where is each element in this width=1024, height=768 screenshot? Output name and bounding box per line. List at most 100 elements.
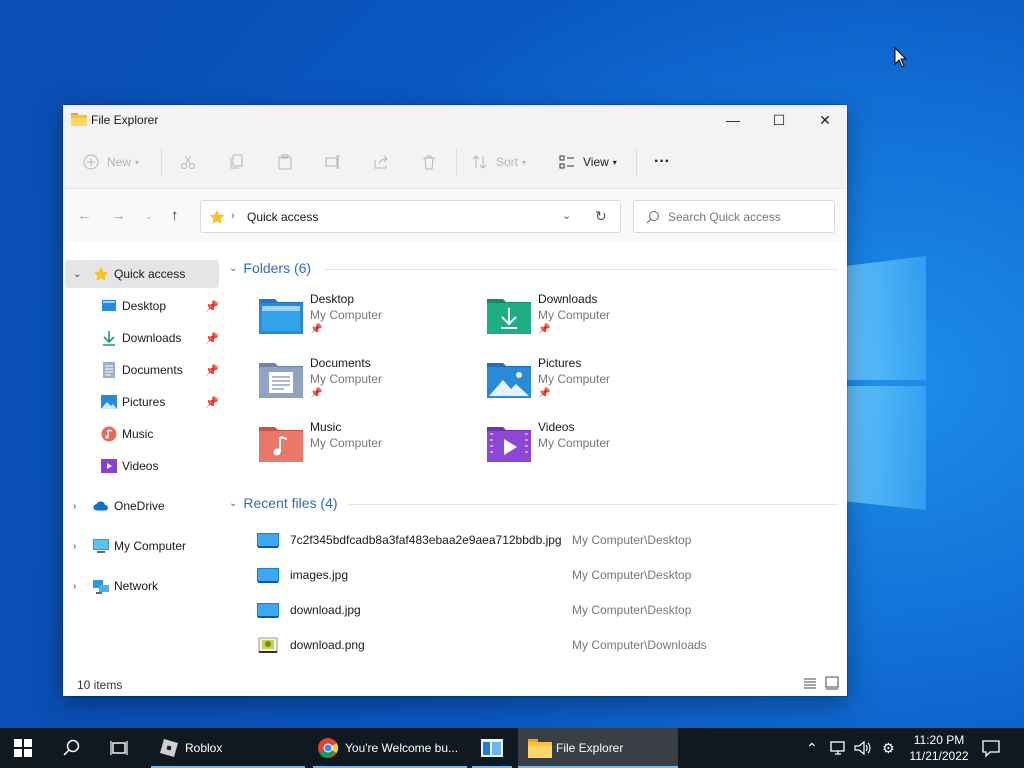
start-button[interactable]: [14, 728, 32, 768]
sidebar-item-desktop[interactable]: Desktop 📌: [65, 292, 219, 320]
star-icon: [209, 210, 225, 224]
forward-button[interactable]: →: [111, 207, 126, 224]
taskbar-app-window[interactable]: [472, 728, 512, 768]
chevron-right-icon[interactable]: ›: [73, 581, 76, 592]
folder-location: My Computer: [538, 308, 611, 322]
back-button[interactable]: ←: [77, 207, 92, 224]
item-count: 10 items: [77, 678, 123, 692]
png-file-icon: [258, 637, 278, 653]
network-icon: [93, 578, 109, 594]
share-button[interactable]: [373, 150, 389, 174]
view-icon: [559, 155, 574, 169]
file-explorer-icon: [71, 113, 87, 126]
settings-tray-button[interactable]: ⚙: [882, 728, 895, 768]
folder-tile-downloads[interactable]: Downloads My Computer 📌: [487, 292, 707, 342]
minimize-button[interactable]: —: [710, 105, 756, 135]
cut-icon: [181, 155, 195, 169]
chrome-icon: [318, 738, 339, 759]
show-hidden-icons-button[interactable]: ⌃: [806, 728, 818, 768]
search-input[interactable]: [668, 207, 828, 227]
recent-file-row[interactable]: 7c2f345bdfcadb8a3faf483ebaa2e9aea712bbdb…: [253, 528, 813, 554]
task-view-icon: [110, 741, 128, 755]
address-bar[interactable]: › Quick access ⌄ ↻: [200, 200, 621, 233]
recent-file-row[interactable]: download.png My Computer\Downloads: [253, 633, 813, 659]
sidebar-item-pictures[interactable]: Pictures 📌: [65, 388, 219, 416]
refresh-button[interactable]: ↻: [595, 208, 607, 225]
maximize-button[interactable]: ☐: [756, 105, 802, 135]
close-button[interactable]: ✕: [802, 105, 848, 135]
delete-button[interactable]: [421, 150, 437, 174]
app-window-icon: [481, 739, 503, 757]
title-bar[interactable]: File Explorer — ☐ ✕: [63, 105, 847, 135]
taskbar-app-roblox[interactable]: Roblox: [151, 728, 305, 768]
folder-name: Desktop: [310, 292, 355, 306]
sort-button[interactable]: Sort ▾: [472, 150, 526, 174]
volume-icon: [854, 740, 871, 756]
breadcrumb-location[interactable]: Quick access: [247, 210, 318, 224]
sidebar-item-quick-access[interactable]: ⌄ Quick access: [65, 260, 219, 288]
file-name: images.jpg: [290, 568, 349, 582]
folder-tile-desktop[interactable]: Desktop My Computer 📌: [259, 292, 479, 342]
view-label: View: [583, 155, 609, 169]
image-file-icon: [257, 533, 279, 548]
new-button[interactable]: New ▾: [83, 150, 139, 174]
sidebar-item-downloads[interactable]: Downloads 📌: [65, 324, 219, 352]
chevron-right-icon[interactable]: ›: [73, 501, 76, 512]
folder-tile-documents[interactable]: Documents My Computer 📌: [259, 356, 479, 406]
sidebar-item-videos[interactable]: Videos: [65, 452, 219, 480]
taskbar-app-file-explorer[interactable]: File Explorer: [518, 728, 678, 768]
pin-icon: 📌: [310, 324, 323, 335]
cloud-icon: [93, 498, 109, 514]
view-button[interactable]: View ▾: [559, 150, 617, 174]
pictures-folder-icon: [487, 363, 531, 398]
task-view-button[interactable]: [110, 728, 128, 768]
taskbar-search-button[interactable]: [63, 728, 81, 768]
notification-icon: [982, 740, 1000, 757]
copy-button[interactable]: [229, 150, 245, 174]
chevron-down-icon[interactable]: ⌄: [73, 269, 81, 280]
clock[interactable]: 11:20 PM 11/21/2022: [902, 732, 976, 764]
sort-icon: [472, 155, 487, 169]
folders-section-header[interactable]: ⌄ Folders (6): [229, 260, 311, 276]
image-file-icon: [257, 603, 279, 618]
tiles-view-button[interactable]: [825, 676, 839, 693]
sidebar-item-label: My Computer: [114, 539, 187, 553]
folder-tile-music[interactable]: Music My Computer: [259, 420, 479, 470]
paste-button[interactable]: [277, 150, 293, 174]
status-bar: 10 items: [63, 672, 847, 696]
sidebar-item-music[interactable]: Music: [65, 420, 219, 448]
rename-button[interactable]: [325, 150, 341, 174]
details-view-button[interactable]: [803, 676, 817, 693]
sidebar-item-documents[interactable]: Documents 📌: [65, 356, 219, 384]
sidebar-item-network[interactable]: › Network: [65, 572, 219, 600]
computer-icon: [93, 538, 109, 554]
volume-tray-button[interactable]: [854, 728, 872, 768]
recent-file-row[interactable]: download.jpg My Computer\Desktop: [253, 598, 813, 624]
address-dropdown-button[interactable]: ⌄: [562, 209, 571, 222]
pin-icon: 📌: [205, 332, 219, 345]
sort-label: Sort: [496, 155, 519, 169]
chevron-right-icon[interactable]: ›: [73, 541, 76, 552]
notification-center-button[interactable]: [982, 728, 1000, 768]
sidebar-item-my-computer[interactable]: › My Computer: [65, 532, 219, 560]
file-path: My Computer\Downloads: [572, 638, 707, 652]
close-icon: ✕: [819, 111, 831, 128]
recent-locations-button[interactable]: ⌄: [145, 211, 153, 222]
chevron-down-icon: ▾: [612, 157, 617, 167]
folder-tile-pictures[interactable]: Pictures My Computer 📌: [487, 356, 707, 406]
more-options-button[interactable]: ···: [654, 150, 670, 174]
search-box[interactable]: [633, 200, 835, 233]
up-button[interactable]: ↑: [171, 207, 179, 224]
rename-icon: [325, 155, 340, 169]
folder-tile-videos[interactable]: Videos My Computer: [487, 420, 707, 470]
section-divider: [323, 269, 838, 270]
recent-file-row[interactable]: images.jpg My Computer\Desktop: [253, 563, 813, 589]
breadcrumb-chevron-icon: ›: [231, 210, 235, 222]
sidebar-item-label: Music: [122, 427, 154, 441]
sidebar-item-onedrive[interactable]: › OneDrive: [65, 492, 219, 520]
cut-button[interactable]: [180, 150, 196, 174]
network-tray-button[interactable]: [830, 728, 848, 768]
sidebar-item-label: OneDrive: [114, 499, 165, 513]
recent-files-section-header[interactable]: ⌄ Recent files (4): [229, 495, 338, 511]
taskbar-app-chrome[interactable]: You're Welcome bu...: [313, 728, 467, 768]
